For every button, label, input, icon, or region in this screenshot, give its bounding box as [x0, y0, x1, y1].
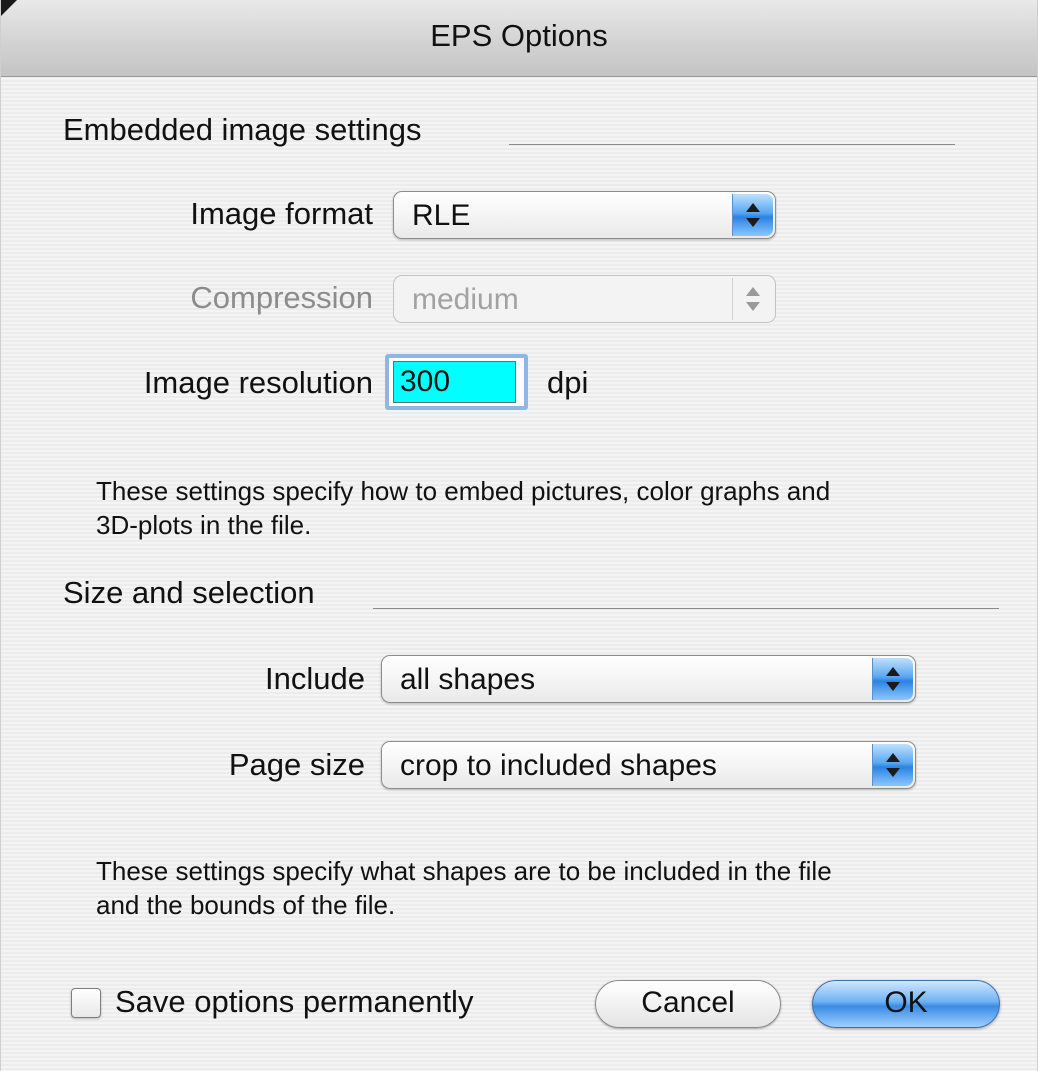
include-label: Include [265, 661, 365, 696]
title-bar[interactable]: EPS Options [1, 0, 1037, 77]
size-section-title: Size and selection [63, 575, 315, 610]
page-size-value: crop to included shapes [400, 749, 717, 782]
compression-label: Compression [190, 280, 373, 315]
page-size-label: Page size [228, 747, 365, 782]
dialog-title: EPS Options [430, 18, 608, 53]
size-section-divider [373, 608, 999, 609]
image-format-value: RLE [412, 199, 471, 232]
size-description-line1: These settings specify what shapes are t… [96, 856, 832, 886]
embedded-description-line1: These settings specify how to embed pict… [96, 476, 831, 506]
popup-arrows-icon [872, 744, 913, 786]
include-value: all shapes [400, 663, 536, 696]
resolution-unit-label: dpi [547, 365, 589, 400]
size-description-line2: and the bounds of the file. [96, 890, 396, 920]
save-options-label[interactable]: Save options permanently [115, 984, 473, 1020]
cancel-button[interactable]: Cancel [595, 980, 781, 1028]
ok-button[interactable]: OK [812, 980, 1000, 1028]
image-resolution-field-focus [385, 354, 528, 410]
popup-arrows-icon [732, 278, 773, 320]
page-size-popup[interactable]: crop to included shapes [381, 741, 916, 789]
embedded-section-divider [509, 144, 955, 145]
include-popup[interactable]: all shapes [381, 655, 916, 703]
compression-popup[interactable]: medium [393, 275, 776, 323]
image-resolution-label: Image resolution [143, 365, 373, 400]
window-corner-icon [1, 0, 17, 16]
popup-arrows-icon [732, 194, 773, 236]
compression-value: medium [412, 283, 519, 316]
embedded-section-title: Embedded image settings [63, 112, 422, 147]
popup-arrows-icon [872, 658, 913, 700]
image-resolution-input[interactable] [393, 361, 516, 403]
eps-options-dialog: EPS Options Embedded image settings Imag… [0, 0, 1038, 1071]
image-format-label: Image format [190, 196, 373, 231]
save-options-checkbox[interactable] [71, 988, 101, 1018]
image-format-popup[interactable]: RLE [393, 191, 776, 239]
embedded-description-line2: 3D-plots in the file. [96, 510, 312, 540]
